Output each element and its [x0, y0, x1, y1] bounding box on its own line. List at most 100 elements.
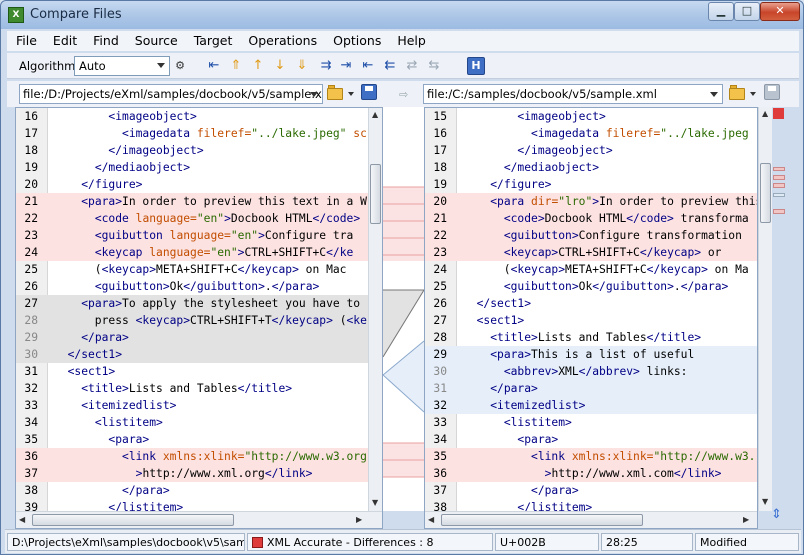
code-line[interactable]: 35 <link xmlns:xlink="http://www.w3.	[425, 448, 757, 465]
source-vertical-scrollbar[interactable]: ▲ ▼	[368, 108, 382, 512]
code-line[interactable]: 21 <para>In order to preview this text i…	[16, 193, 382, 210]
code-line[interactable]: 19 </figure>	[425, 176, 757, 193]
code-line[interactable]: 26 <guibutton>Ok</guibutton>.</para>	[16, 278, 382, 295]
diff-marker[interactable]	[773, 183, 785, 188]
line-text[interactable]: <guibutton>Ok</guibutton>.</para>	[54, 278, 319, 295]
menu-find[interactable]: Find	[84, 31, 126, 51]
line-text[interactable]: <para>	[463, 431, 558, 448]
first-change-icon[interactable]: ⇤	[205, 57, 223, 75]
chevron-down-icon[interactable]	[348, 92, 354, 96]
code-line[interactable]: 16 <imageobject>	[16, 108, 382, 125]
code-line[interactable]: 19 </mediaobject>	[16, 159, 382, 176]
line-text[interactable]: </sect1>	[54, 346, 122, 363]
code-line[interactable]: 34 <para>	[425, 431, 757, 448]
algorithm-select[interactable]: Auto	[74, 56, 170, 76]
target-path-combo[interactable]: file:/C:/samples/docbook/v5/sample.xml	[423, 84, 723, 104]
line-text[interactable]: </imageobject>	[54, 142, 203, 159]
code-line[interactable]: 35 <para>	[16, 431, 382, 448]
menu-file[interactable]: File	[7, 31, 44, 51]
copy-all-left-icon[interactable]: ⇇	[381, 57, 399, 75]
menu-options[interactable]: Options	[324, 31, 388, 51]
diff-marker[interactable]	[773, 193, 785, 197]
line-text[interactable]: >http://www.xml.org</link>	[54, 465, 313, 482]
line-text[interactable]: <listitem>	[463, 414, 572, 431]
open-folder-icon[interactable]	[729, 85, 747, 100]
code-line[interactable]: 20 </figure>	[16, 176, 382, 193]
line-text[interactable]: <imagedata fileref="../lake.jpeg" sc	[54, 125, 367, 142]
copy-all-right-icon[interactable]: ⇉	[317, 57, 335, 75]
line-text[interactable]: (<keycap>META+SHIFT+C</keycap> on Ma	[463, 261, 749, 278]
line-text[interactable]: <sect1>	[463, 312, 525, 329]
line-text[interactable]: </para>	[54, 329, 129, 346]
scroll-right-icon[interactable]: ▶	[743, 515, 749, 524]
minimize-button[interactable]: ▁	[708, 2, 734, 21]
scroll-down-icon[interactable]: ▼	[372, 498, 378, 507]
code-line[interactable]: 33 <itemizedlist>	[16, 397, 382, 414]
code-line[interactable]: 32 <itemizedlist>	[425, 397, 757, 414]
line-text[interactable]: <title>Lists and Tables</title>	[54, 380, 292, 397]
next-block-icon[interactable]: ⇓	[293, 57, 311, 75]
scroll-left-icon[interactable]: ◀	[428, 515, 434, 524]
gear-options-icon[interactable]: ⚙	[171, 57, 189, 75]
code-line[interactable]: 21 <code>Docbook HTML</code> transforma	[425, 210, 757, 227]
code-line[interactable]: 30 </sect1>	[16, 346, 382, 363]
line-text[interactable]: >http://www.xml.com</link>	[463, 465, 722, 482]
target-code[interactable]: 15 <imageobject> 16 <imagedata fileref=".…	[425, 108, 757, 516]
source-path-combo[interactable]: file:/D:/Projects/eXml/samples/docbook/v…	[19, 84, 323, 104]
line-text[interactable]: <guibutton>Configure transformation	[463, 227, 742, 244]
scroll-right-icon[interactable]: ▶	[356, 515, 362, 524]
line-text[interactable]: </para>	[463, 482, 579, 499]
code-line[interactable]: 36 >http://www.xml.com</link>	[425, 465, 757, 482]
code-line[interactable]: 24 (<keycap>META+SHIFT+C</keycap> on Ma	[425, 261, 757, 278]
previous-block-icon[interactable]: ⇑	[227, 57, 245, 75]
scroll-up-icon[interactable]: ▲	[372, 110, 378, 119]
code-line[interactable]: 27 <para>To apply the stylesheet you hav…	[16, 295, 382, 312]
code-line[interactable]: 23 <keycap>CTRL+SHIFT+C</keycap> or	[425, 244, 757, 261]
difference-overview-ruler[interactable]: ⇕	[771, 107, 787, 529]
line-text[interactable]: <link xmlns:xlink="http://www.w3.	[463, 448, 755, 465]
diff-marker[interactable]	[773, 209, 785, 214]
code-line[interactable]: 18 </imageobject>	[16, 142, 382, 159]
code-line[interactable]: 33 <listitem>	[425, 414, 757, 431]
line-text[interactable]: </mediaobject>	[54, 159, 190, 176]
target-horizontal-scrollbar[interactable]: ◀ ▶	[425, 511, 757, 528]
line-text[interactable]: <para>To apply the stylesheet you have t…	[54, 295, 360, 312]
title-bar[interactable]: X Compare Files ▁ □ ✕	[1, 1, 803, 29]
code-line[interactable]: 20 <para dir="lro">In order to preview t…	[425, 193, 757, 210]
sync-scroll-icon[interactable]: ⇕	[771, 507, 782, 522]
line-text[interactable]: <keycap>CTRL+SHIFT+C</keycap> or	[463, 244, 722, 261]
menu-edit[interactable]: Edit	[44, 31, 84, 51]
code-line[interactable]: 30 <abbrev>XML</abbrev> links:	[425, 363, 757, 380]
line-text[interactable]: <listitem>	[54, 414, 163, 431]
code-line[interactable]: 37 </para>	[425, 482, 757, 499]
open-folder-icon[interactable]	[327, 85, 345, 100]
line-text[interactable]: </para>	[54, 482, 170, 499]
line-text[interactable]: <imageobject>	[463, 108, 605, 125]
line-text[interactable]: <abbrev>XML</abbrev> links:	[463, 363, 688, 380]
copy-left-icon[interactable]: ⇤	[359, 57, 377, 75]
scroll-thumb[interactable]	[441, 514, 643, 526]
target-editor[interactable]: 15 <imageobject> 16 <imagedata fileref=".…	[424, 107, 758, 529]
source-code[interactable]: 16 <imageobject> 17 <imagedata fileref=".…	[16, 108, 382, 516]
line-text[interactable]: </mediaobject>	[463, 159, 599, 176]
line-text[interactable]: <imagedata fileref="../lake.jpeg	[463, 125, 749, 142]
maximize-button[interactable]: □	[734, 2, 760, 21]
line-text[interactable]: <itemizedlist>	[54, 397, 176, 414]
line-text[interactable]: <keycap language="en">CTRL+SHIFT+C</ke	[54, 244, 354, 261]
code-line[interactable]: 18 </mediaobject>	[425, 159, 757, 176]
code-line[interactable]: 31 <sect1>	[16, 363, 382, 380]
scroll-up-icon[interactable]: ▲	[762, 109, 768, 118]
code-line[interactable]: 26 </sect1>	[425, 295, 757, 312]
code-line[interactable]: 23 <guibutton language="en">Configure tr…	[16, 227, 382, 244]
chevron-down-icon[interactable]	[750, 92, 756, 96]
line-text[interactable]: <para dir="lro">In order to preview this	[463, 193, 757, 210]
source-horizontal-scrollbar[interactable]: ◀ ▶	[16, 511, 382, 528]
code-line[interactable]: 29 </para>	[16, 329, 382, 346]
code-line[interactable]: 16 <imagedata fileref="../lake.jpeg	[425, 125, 757, 142]
code-line[interactable]: 17 <imagedata fileref="../lake.jpeg" sc	[16, 125, 382, 142]
line-text[interactable]: press <keycap>CTRL+SHIFT+T</keycap> (<ke	[54, 312, 367, 329]
menu-help[interactable]: Help	[388, 31, 433, 51]
line-text[interactable]: <code language="en">Docbook HTML</code>	[54, 210, 360, 227]
scroll-thumb[interactable]	[370, 164, 381, 224]
line-text[interactable]: <para>This is a list of useful	[463, 346, 694, 363]
